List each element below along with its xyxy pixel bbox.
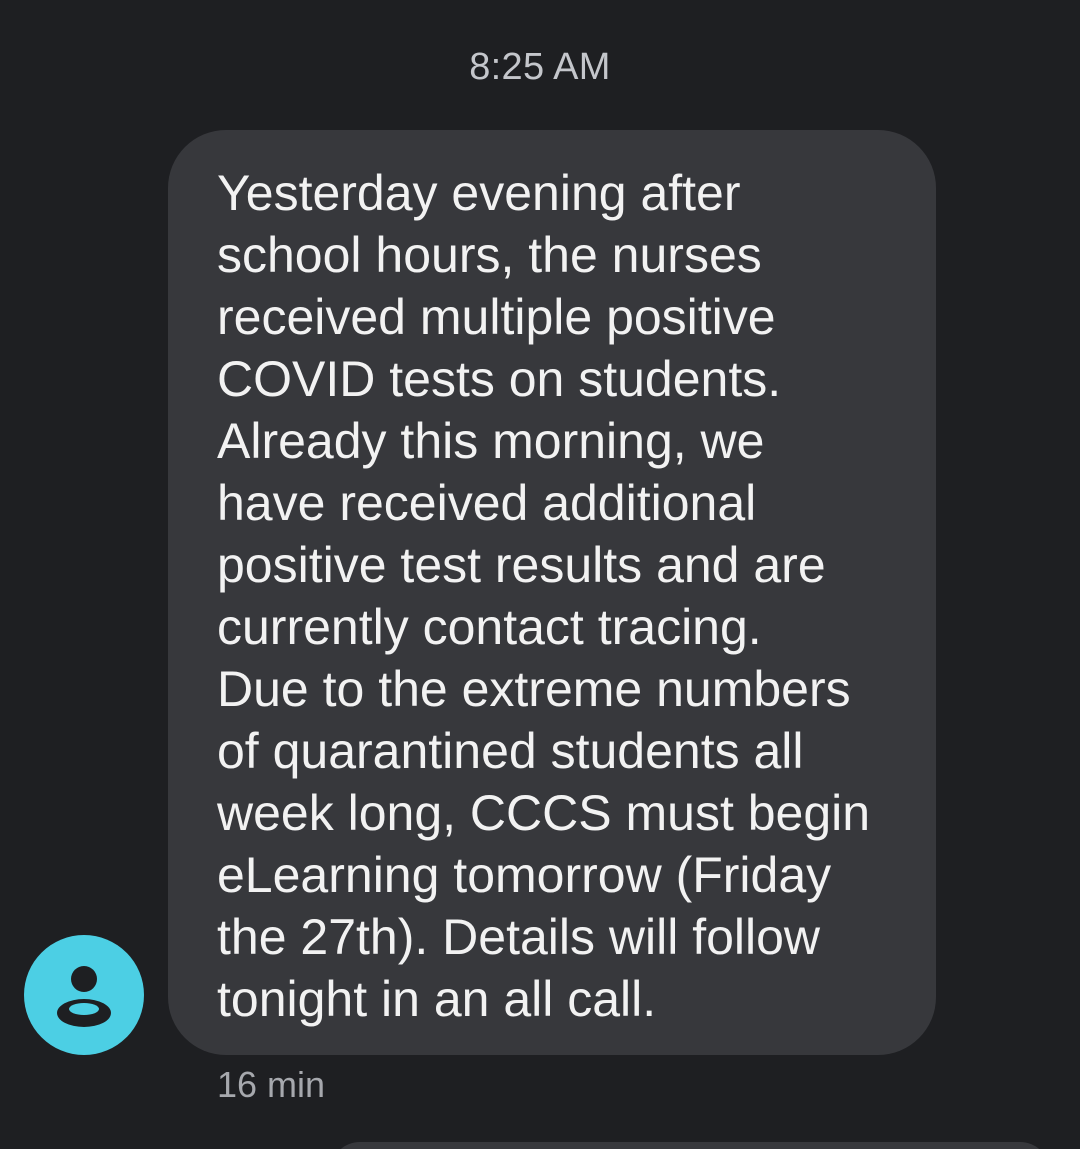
message-line: COVID tests on students.	[217, 351, 782, 407]
message-line: eLearning tomorrow (Friday	[217, 847, 832, 903]
message-text: Yesterday evening after school hours, th…	[217, 162, 917, 1030]
next-message-bubble	[330, 1142, 1050, 1149]
message-line: Due to the extreme numbers	[217, 661, 851, 717]
message-line: week long, CCCS must begin	[217, 785, 871, 841]
message-line: the 27th). Details will follow	[217, 909, 821, 965]
message-age: 16 min	[217, 1064, 326, 1105]
message-line: tonight in an all call.	[217, 971, 657, 1027]
message-line: currently contact tracing.	[217, 599, 762, 655]
contact-avatar[interactable]	[24, 935, 144, 1055]
message-bubble[interactable]: Yesterday evening after school hours, th…	[168, 130, 936, 1055]
message-line: school hours, the nurses	[217, 227, 762, 283]
message-timestamp: 8:25 AM	[469, 46, 611, 88]
message-line: Yesterday evening after	[217, 165, 741, 221]
message-line: Already this morning, we	[217, 413, 765, 469]
message-line: positive test results and are	[217, 537, 826, 593]
conversation-screen: 8:25 AM Yesterday evening after school h…	[0, 0, 1080, 1149]
message-line: have received additional	[217, 475, 757, 531]
message-line: of quarantined students all	[217, 723, 804, 779]
message-line: received multiple positive	[217, 289, 776, 345]
person-icon	[57, 966, 111, 1027]
